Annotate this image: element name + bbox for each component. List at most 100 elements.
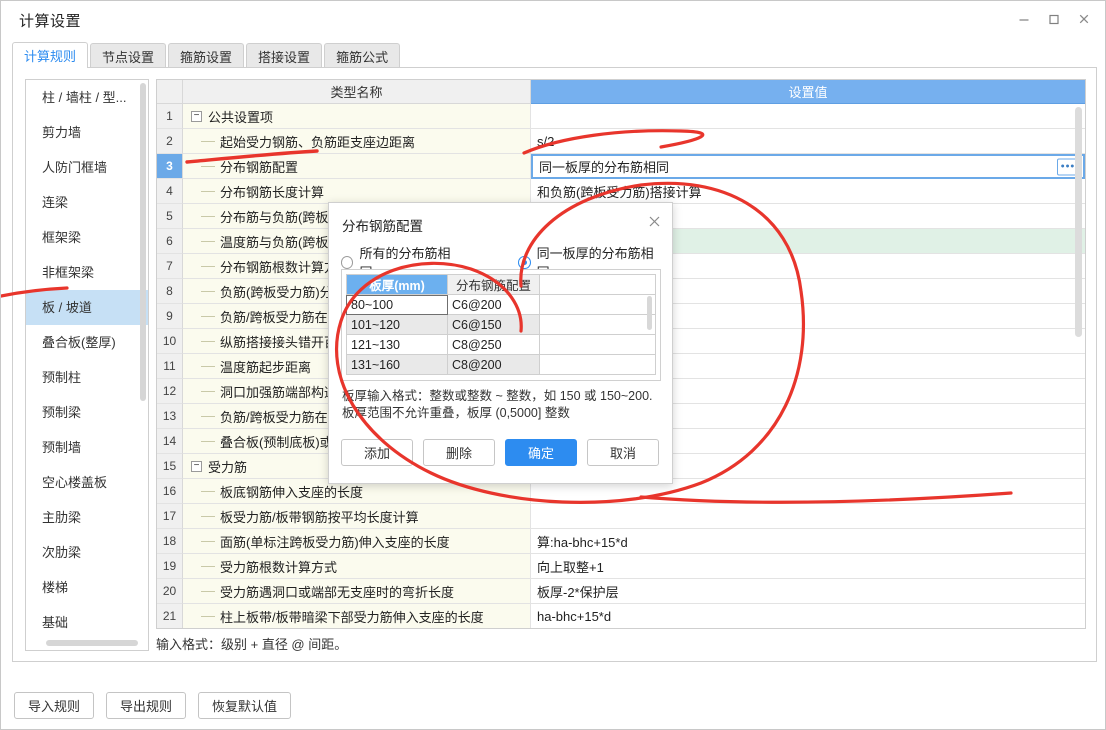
row-label-text: 面筋(单标注跨板受力筋)伸入支座的长度 (220, 534, 450, 550)
dialog-close-icon[interactable] (644, 211, 664, 231)
thickness-row[interactable]: 80~100 C6@200 (346, 295, 656, 315)
sidebar-item-frame-beam[interactable]: 框架梁 (26, 220, 148, 255)
sidebar-list: 柱 / 墙柱 / 型... 剪力墙 人防门框墙 连梁 框架梁 非框架梁 板 / … (26, 80, 148, 650)
tab-lap-settings[interactable]: 搭接设置 (246, 43, 323, 68)
row-value-editor[interactable]: 同一板厚的分布筋相同 ••• (531, 154, 1085, 179)
confirm-button[interactable]: 确定 (505, 439, 577, 466)
sidebar-item-stair[interactable]: 楼梯 (26, 570, 148, 605)
tree-line-icon (201, 190, 215, 192)
collapse-icon[interactable]: − (191, 110, 202, 122)
table-row[interactable]: 18 面筋(单标注跨板受力筋)伸入支座的长度 算:ha-bhc+15*d (157, 529, 1085, 554)
row-label: 柱上板带/板带暗梁下部受力筋伸入支座的长度 (183, 604, 531, 628)
row-label: 起始受力钢筋、负筋距支座边距离 (183, 129, 531, 154)
row-value[interactable]: 板厚-2*保护层 (531, 579, 1085, 604)
row-value[interactable]: ha-bhc+15*d (531, 604, 1085, 628)
col-header-rebar[interactable]: 分布钢筋配置 (448, 274, 540, 295)
thickness-table-inner: 板厚(mm) 分布钢筋配置 80~100 C6@200 101~120 C6@1… (346, 274, 656, 375)
thickness-cell[interactable]: 131~160 (346, 355, 448, 375)
row-label-text: 受力筋 (208, 459, 248, 475)
thickness-cell[interactable]: 101~120 (346, 315, 448, 335)
sidebar-item-main-rib-beam[interactable]: 主肋梁 (26, 500, 148, 535)
dialog-table-scrollbar[interactable] (647, 296, 652, 330)
import-rules-button[interactable]: 导入规则 (14, 692, 95, 719)
add-button[interactable]: 添加 (341, 439, 413, 466)
row-value[interactable]: 和负筋(跨板受力筋)搭接计算 (531, 179, 1085, 204)
sidebar-item-precast-wall[interactable]: 预制墙 (26, 430, 148, 465)
cancel-button[interactable]: 取消 (587, 439, 659, 466)
grid-header-row: 类型名称 设置值 (157, 80, 1085, 104)
minimize-icon[interactable] (1009, 5, 1039, 33)
table-row-selected[interactable]: 3 分布钢筋配置 同一板厚的分布筋相同 ••• (157, 154, 1085, 179)
tree-line-icon (201, 440, 215, 442)
radio-dot-icon (518, 255, 531, 269)
sidebar-item-shear-wall[interactable]: 剪力墙 (26, 115, 148, 150)
thickness-cell[interactable]: 121~130 (346, 335, 448, 355)
distribution-rebar-dialog: 分布钢筋配置 所有的分布筋相同 同一板厚的分布筋相同 板厚(mm) 分布钢筋配置 (328, 202, 673, 484)
table-row[interactable]: 2 起始受力钢筋、负筋距支座边距离 s/2 (157, 129, 1085, 154)
row-value[interactable] (531, 104, 1085, 129)
delete-button[interactable]: 删除 (423, 439, 495, 466)
table-row[interactable]: 20 受力筋遇洞口或端部无支座时的弯折长度 板厚-2*保护层 (157, 579, 1085, 604)
thickness-row[interactable]: 121~130 C8@250 (346, 335, 656, 355)
rebar-cell[interactable]: C8@200 (448, 355, 540, 375)
table-row[interactable]: 17 板受力筋/板带钢筋按平均长度计算 (157, 504, 1085, 529)
maximize-icon[interactable] (1039, 5, 1069, 33)
thickness-row[interactable]: 101~120 C6@150 (346, 315, 656, 335)
row-number: 1 (157, 104, 183, 129)
tab-node-settings[interactable]: 节点设置 (90, 43, 167, 68)
sidebar-item-composite-slab[interactable]: 叠合板(整厚) (26, 325, 148, 360)
sidebar-item-hollow-floor-slab[interactable]: 空心楼盖板 (26, 465, 148, 500)
component-sidebar[interactable]: 柱 / 墙柱 / 型... 剪力墙 人防门框墙 连梁 框架梁 非框架梁 板 / … (25, 79, 149, 651)
sidebar-item-door-frame-wall[interactable]: 人防门框墙 (26, 150, 148, 185)
collapse-icon[interactable]: − (191, 460, 202, 472)
grid-vertical-scrollbar[interactable] (1075, 107, 1082, 337)
thickness-cell[interactable]: 80~100 (346, 295, 448, 315)
close-icon[interactable] (1069, 5, 1099, 33)
table-row[interactable]: 21 柱上板带/板带暗梁下部受力筋伸入支座的长度 ha-bhc+15*d (157, 604, 1085, 628)
rebar-cell[interactable]: C6@150 (448, 315, 540, 335)
row-number: 17 (157, 504, 183, 529)
export-rules-button[interactable]: 导出规则 (106, 692, 187, 719)
tree-line-icon (201, 240, 215, 242)
table-row[interactable]: 4 分布钢筋长度计算 和负筋(跨板受力筋)搭接计算 (157, 179, 1085, 204)
grid-header-rownum (157, 80, 183, 104)
row-number: 5 (157, 204, 183, 229)
rebar-cell[interactable]: C8@250 (448, 335, 540, 355)
sidebar-item-slab-ramp[interactable]: 板 / 坡道 (26, 290, 148, 325)
row-label: 分布钢筋配置 (183, 154, 531, 179)
tree-line-icon (201, 290, 215, 292)
row-number: 20 (157, 579, 183, 604)
sidebar-item-column[interactable]: 柱 / 墙柱 / 型... (26, 80, 148, 115)
sidebar-item-non-frame-beam[interactable]: 非框架梁 (26, 255, 148, 290)
sidebar-item-coupling-beam[interactable]: 连梁 (26, 185, 148, 220)
table-row[interactable]: 1 − 公共设置项 (157, 104, 1085, 129)
sidebar-item-secondary-rib-beam[interactable]: 次肋梁 (26, 535, 148, 570)
thickness-row[interactable]: 131~160 C8@200 (346, 355, 656, 375)
sidebar-item-precast-column[interactable]: 预制柱 (26, 360, 148, 395)
rebar-cell[interactable]: C6@200 (448, 295, 540, 315)
dialog-title: 分布钢筋配置 (342, 219, 423, 234)
tab-stirrup-formula[interactable]: 箍筋公式 (324, 43, 401, 68)
row-value[interactable]: 算:ha-bhc+15*d (531, 529, 1085, 554)
row-label-text: 板底钢筋伸入支座的长度 (220, 484, 364, 500)
sidebar-item-precast-beam[interactable]: 预制梁 (26, 395, 148, 430)
row-filler (540, 295, 656, 315)
tab-stirrup-settings[interactable]: 箍筋设置 (168, 43, 245, 68)
sidebar-horizontal-scrollbar[interactable] (46, 640, 138, 646)
sidebar-vertical-scrollbar[interactable] (140, 83, 146, 401)
row-label-text: 板受力筋/板带钢筋按平均长度计算 (220, 509, 419, 525)
table-row[interactable]: 19 受力筋根数计算方式 向上取整+1 (157, 554, 1085, 579)
restore-defaults-button[interactable]: 恢复默认值 (198, 692, 292, 719)
grid-header-type-name: 类型名称 (183, 80, 531, 104)
row-label: 受力筋根数计算方式 (183, 554, 531, 579)
sidebar-item-foundation[interactable]: 基础 (26, 605, 148, 640)
col-header-thickness[interactable]: 板厚(mm) (346, 274, 448, 295)
row-number: 14 (157, 429, 183, 454)
row-number: 12 (157, 379, 183, 404)
row-value[interactable] (531, 504, 1085, 529)
tree-line-icon (201, 615, 215, 617)
row-number: 3 (157, 154, 183, 179)
row-value[interactable]: 向上取整+1 (531, 554, 1085, 579)
row-value[interactable]: s/2 (531, 129, 1085, 154)
tab-calculation-rules[interactable]: 计算规则 (12, 42, 89, 68)
